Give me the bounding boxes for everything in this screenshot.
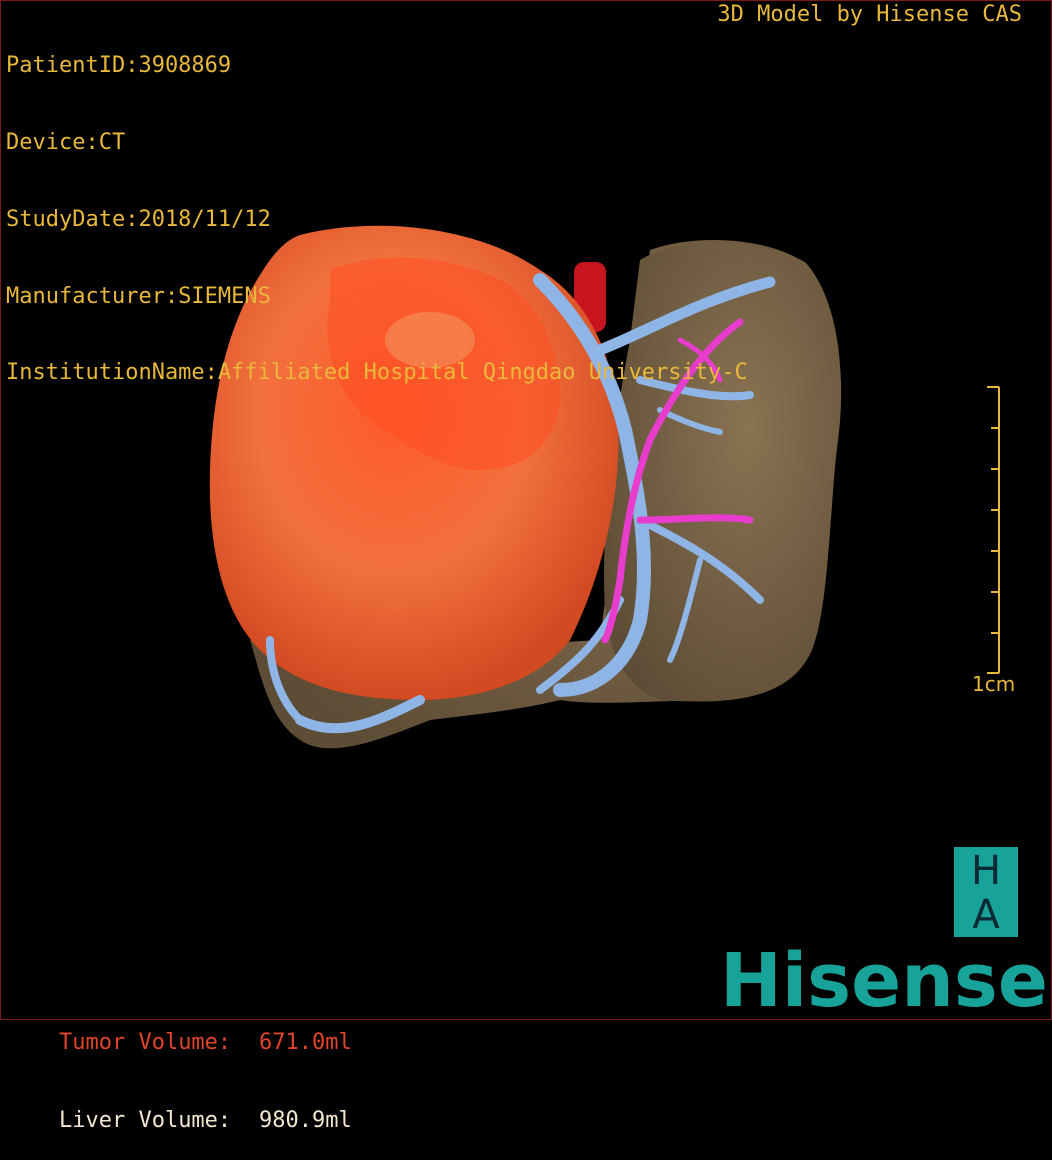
- liver-volume-value: 980.9ml: [258, 1108, 352, 1133]
- study-info-panel: PatientID:3908869 Device:CT StudyDate:20…: [6, 2, 748, 412]
- liver-volume-row: Liver Volume: 980.9ml: [6, 1082, 352, 1133]
- tumor-volume-row: Tumor Volume: 671.0ml: [6, 1004, 352, 1055]
- patient-id-text: PatientID:3908869: [6, 53, 232, 79]
- manufacturer-text: Manufacturer:SIEMENS: [6, 283, 271, 309]
- liver-volume-label: Liver Volume:: [58, 1108, 232, 1133]
- ha-logo-icon: H A: [954, 847, 1018, 937]
- volume-panel: Tumor Volume: 671.0ml Liver Volume: 980.9m…: [6, 952, 352, 1134]
- institution-text: InstitutionName:Affiliated Hospital Qing…: [6, 360, 748, 386]
- tumor-volume-value: 671.0ml: [258, 1030, 352, 1055]
- scale-label: 1cm: [972, 672, 1016, 696]
- ha-logo-letter-bottom: A: [972, 892, 1000, 938]
- tumor-volume-label: Tumor Volume:: [58, 1030, 232, 1055]
- hisense-logo: Hisense: [720, 940, 1048, 1016]
- device-text: Device:CT: [6, 129, 126, 155]
- hisense-logo-text: Hisense: [720, 940, 1048, 1016]
- scale-bar: [987, 386, 1000, 674]
- model-credit-text: 3D Model by Hisense CAS: [717, 2, 1022, 27]
- study-date-text: StudyDate:2018/11/12: [6, 206, 271, 232]
- ha-logo-letter-top: H: [970, 848, 1002, 894]
